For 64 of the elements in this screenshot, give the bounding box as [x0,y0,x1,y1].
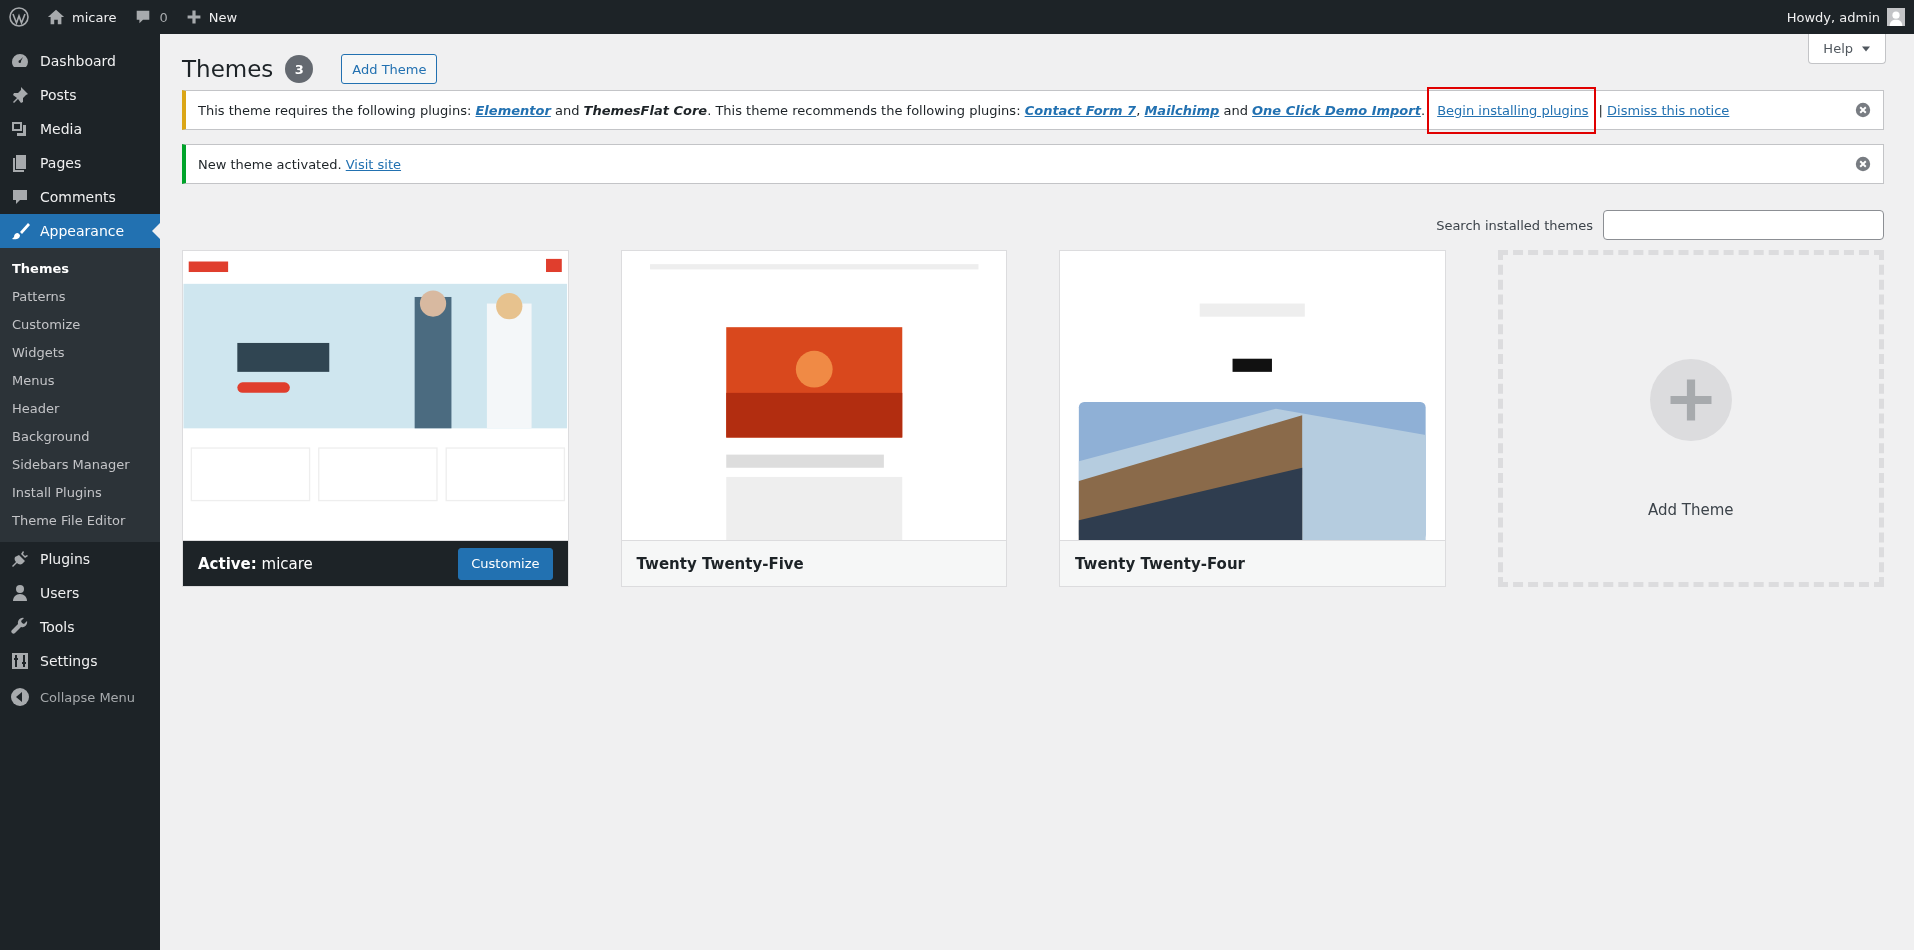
theme-card[interactable]: Twenty Twenty-Four [1059,250,1446,587]
dismiss-button[interactable] [1855,156,1871,172]
menu-item[interactable]: Users [0,576,160,610]
menu-item[interactable]: Plugins [0,542,160,576]
submenu-item[interactable]: Patterns [0,283,160,311]
customize-button[interactable]: Customize [458,547,553,580]
menu-item[interactable]: Pages [0,146,160,180]
help-button[interactable]: Help [1808,34,1886,64]
comments-link[interactable]: 0 [125,0,177,34]
submenu-item[interactable]: Menus [0,367,160,395]
search-field[interactable] [1603,210,1884,240]
logo-icon [9,7,29,27]
submenu-item[interactable]: Widgets [0,339,160,367]
submenu-item[interactable]: Theme File Editor [0,507,160,535]
wrench-icon [10,617,30,637]
person-icon [10,583,30,603]
sliders-icon [10,651,30,671]
close-icon [1855,102,1871,118]
submenu-item[interactable]: Install Plugins [0,479,160,507]
plugin-link[interactable]: Elementor [475,102,551,118]
plugin-link[interactable]: Mailchimp [1144,102,1220,118]
home-icon [47,8,65,26]
theme-card[interactable]: Active: micare Customize [182,250,569,587]
site-link[interactable]: micare [38,0,126,34]
dismiss-button[interactable] [1855,102,1871,118]
search-label: Search installed themes [1436,217,1593,233]
collapse-menu-button[interactable]: Collapse Menu [0,680,160,714]
page-title: Themes [182,56,274,82]
plus-icon [185,9,202,25]
plugin-link[interactable]: Contact Form 7 [1024,102,1137,118]
plus-circle-icon [1649,358,1732,441]
add-theme-label: Add Theme [1647,500,1734,519]
notice-text: New theme activated. Visit site [198,156,402,172]
theme-name: Twenty Twenty-Five [636,554,804,573]
submenu-item[interactable]: Background [0,423,160,451]
count-badge: 3 [285,55,314,83]
submenu-item[interactable]: Header [0,395,160,423]
menu-item[interactable]: Tools [0,610,160,644]
theme-name: Active: micare [198,554,313,573]
menu-item[interactable]: Settings [0,644,160,678]
new-link[interactable]: New [176,0,247,34]
submenu-item[interactable]: Customize [0,311,160,339]
submenu-item[interactable]: Sidebars Manager [0,451,160,479]
theme-card[interactable]: Twenty Twenty-Five [620,250,1007,587]
menu-item[interactable]: Comments [0,180,160,214]
add-theme-card[interactable]: Add Theme [1497,250,1884,587]
avatar-icon [1887,8,1905,26]
close-icon [1855,156,1871,172]
menu-item[interactable]: Appearance [0,214,160,248]
account-link[interactable]: Howdy, admin [1777,0,1914,34]
speech-bubble-icon [10,187,30,207]
paintbrush-icon [10,221,30,241]
collapse-icon [10,687,30,707]
notice-link[interactable]: Dismiss this notice [1607,102,1730,118]
menu-item[interactable]: Media [0,112,160,146]
menu-item[interactable]: Dashboard [0,44,160,78]
plug-icon [10,549,30,569]
theme-name: Twenty Twenty-Four [1075,554,1245,573]
submenu-item[interactable]: Themes [0,255,160,283]
plugin-link[interactable]: One Click Demo Import [1252,102,1421,118]
notice-link[interactable]: Visit site [345,156,402,172]
pushpin-icon [10,85,30,105]
add-theme-button[interactable]: Add Theme [341,54,438,84]
menu-item[interactable]: Posts [0,78,160,112]
